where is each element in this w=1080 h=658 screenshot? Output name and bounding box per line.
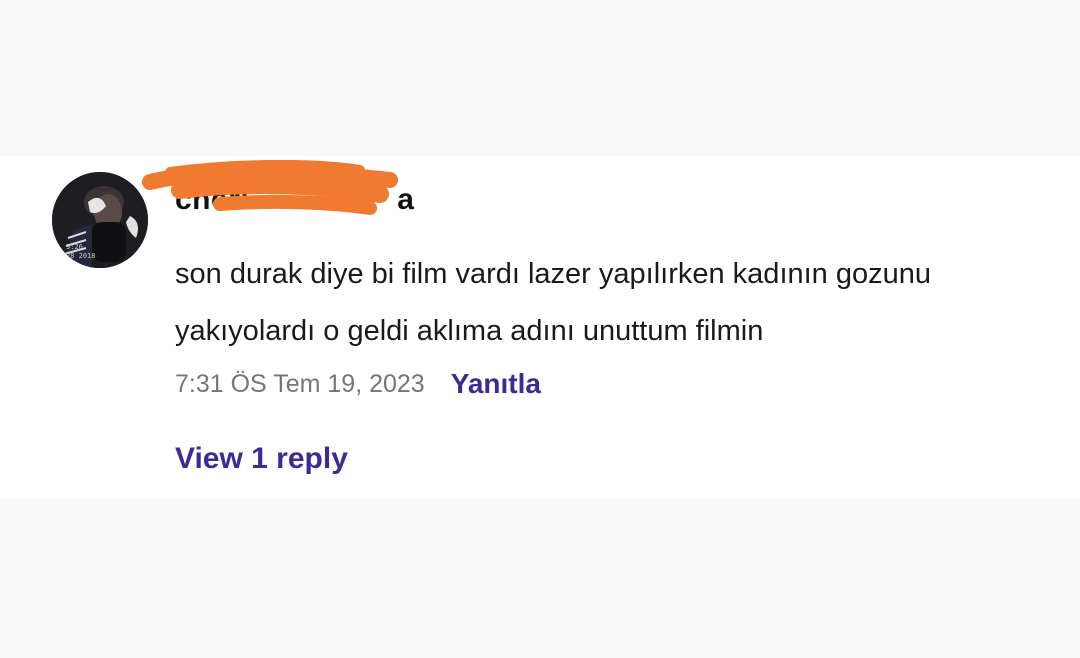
username[interactable]: cheri a (175, 182, 414, 218)
comment-meta: 7:31 ÖS Tem 19, 2023 Yanıtla (175, 364, 541, 404)
comment-text: son durak diye bi film vardı lazer yapıl… (175, 258, 932, 347)
svg-text:28 2018: 28 2018 (66, 252, 96, 260)
user-avatar[interactable]: 9:26 28 2018 (52, 172, 148, 268)
avatar-photo-icon: 9:26 28 2018 (52, 172, 148, 268)
comment-card: 9:26 28 2018 cheri a son durak diye bi fi… (0, 156, 1080, 498)
comment-timestamp: 7:31 ÖS Tem 19, 2023 (175, 369, 425, 398)
reply-button[interactable]: Yanıtla (451, 368, 541, 400)
view-replies-button[interactable]: View 1 reply (175, 442, 348, 476)
svg-text:9:26: 9:26 (66, 243, 83, 251)
username-prefix: cheri (175, 183, 250, 216)
username-suffix: a (397, 183, 415, 216)
